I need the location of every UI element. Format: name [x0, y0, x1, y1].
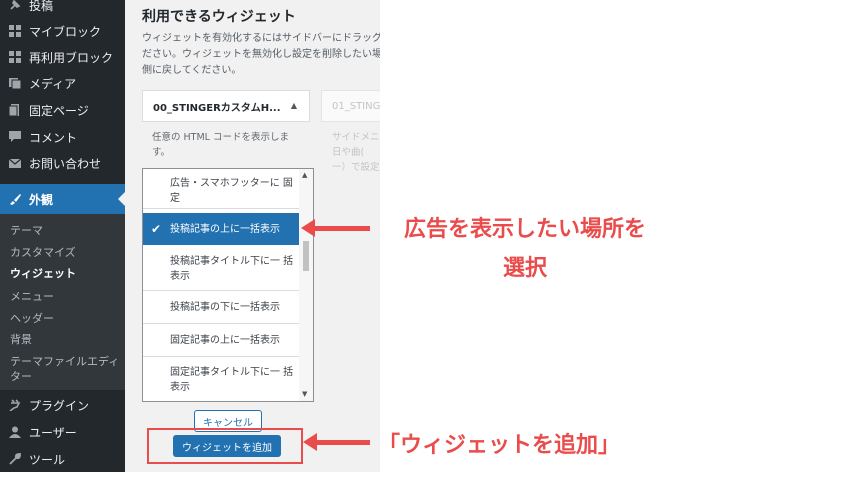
add-note: 「ウィジェットを追加」 — [378, 433, 621, 458]
menu-my-blocks[interactable]: マイブロック — [0, 18, 125, 44]
menu-label: ツール — [29, 452, 66, 467]
list-item[interactable]: 投稿記事タイトル下に一 括表示 — [143, 247, 299, 291]
blocks-icon — [8, 50, 22, 64]
panel-title: 利用できるウィジェット — [142, 9, 296, 25]
submenu-widgets[interactable]: ウィジェット — [10, 265, 76, 281]
menu-label: 投稿 — [29, 0, 54, 13]
arrow-line — [313, 226, 370, 231]
scroll-thumb[interactable] — [303, 241, 309, 271]
mail-icon — [8, 156, 22, 170]
list-scrollbar[interactable]: ▲ ▼ — [299, 169, 313, 401]
add-widget-button[interactable]: ウィジェットを追加 — [173, 435, 281, 457]
submenu-background[interactable]: 背景 — [10, 331, 32, 347]
available-widgets-panel: 利用できるウィジェット ウィジェットを有効化するにはサイドバーにドラッグ ださい… — [125, 0, 380, 472]
menu-label[interactable]: プラグイン — [29, 397, 89, 414]
select-note-line2: 選択 — [502, 256, 547, 281]
menu-pages[interactable]: 固定ページ — [0, 97, 125, 123]
plugin-icon — [8, 398, 22, 412]
list-item[interactable]: 固定記事の上に一括表示 — [143, 325, 299, 357]
menu-label: お問い合わせ — [29, 156, 102, 171]
menu-appearance[interactable]: 外観 — [0, 184, 125, 214]
brush-icon — [8, 192, 22, 206]
sidebar-choice-list[interactable]: 広告・スマホフッターに 固定 ✔ 投稿記事の上に一括表示 投稿記事タイトル下に一… — [142, 168, 314, 402]
arrow-line — [315, 440, 370, 445]
widget-title-bar[interactable]: 00_STINGERカスタムH... ▲ — [142, 90, 310, 122]
screenshot: 投稿 マイブロック 再利用ブロック メディア 固定ページ コメント お問い合わせ… — [0, 0, 860, 484]
submenu-customize[interactable]: カスタマイズ — [10, 244, 76, 260]
blocks-icon — [8, 24, 22, 38]
user-icon — [8, 425, 22, 439]
menu-users[interactable]: ユーザー — [0, 419, 125, 445]
scroll-down-icon[interactable]: ▼ — [302, 390, 307, 398]
submenu-menus[interactable]: メニュー — [10, 288, 54, 304]
menu-contact[interactable]: お問い合わせ — [0, 150, 125, 176]
list-item[interactable]: 広告・スマホフッターに 固定 — [143, 169, 299, 209]
appearance-submenu: テーマ カスタマイズ ウィジェット メニュー ヘッダー 背景 テーマファイルエデ… — [0, 214, 125, 390]
list-item[interactable]: 投稿記事の下に一括表示 — [143, 292, 299, 324]
list-item-label: 投稿記事の上に一括表示 — [170, 223, 280, 235]
widget-description-2: サイドメニ 日や曲( 一）で設定 — [332, 132, 380, 173]
menu-label: コメント — [29, 130, 78, 145]
widget-description: 任意の HTML コードを表示しま す。 — [152, 132, 289, 158]
scroll-up-icon[interactable]: ▲ — [302, 171, 307, 179]
widget-name-2: 01_STINGE — [332, 100, 380, 112]
widget-title-bar-2[interactable]: 01_STINGE — [321, 90, 380, 122]
menu-label: マイブロック — [29, 24, 102, 39]
list-item[interactable]: 固定記事タイトル下に一 括表示 — [143, 358, 299, 401]
pin-icon — [8, 0, 22, 12]
menu-media[interactable]: メディア — [0, 70, 125, 96]
admin-sidebar: 投稿 マイブロック 再利用ブロック メディア 固定ページ コメント お問い合わせ… — [0, 0, 125, 472]
menu-tools[interactable]: ツール — [0, 446, 125, 472]
page-icon — [8, 103, 22, 117]
panel-description: ウィジェットを有効化するにはサイドバーにドラッグ ださい。ウィジェットを無効化し… — [142, 33, 380, 76]
menu-label: 再利用ブロック — [29, 50, 114, 65]
current-menu-arrow — [118, 192, 125, 206]
select-note-line1: 広告を表示したい場所を — [403, 217, 646, 242]
check-icon: ✔ — [151, 221, 162, 236]
menu-comments[interactable]: コメント — [0, 124, 125, 150]
menu-posts[interactable]: 投稿 — [0, 0, 125, 18]
list-item-selected[interactable]: ✔ 投稿記事の上に一括表示 — [143, 213, 299, 245]
menu-label: 外観 — [29, 192, 54, 207]
submenu-themes[interactable]: テーマ — [10, 222, 43, 238]
collapse-arrow-icon[interactable]: ▲ — [291, 101, 297, 110]
menu-label: メディア — [29, 76, 77, 91]
submenu-theme-editor[interactable]: テーマファイルエディ — [10, 353, 119, 369]
widget-name: 00_STINGERカスタムH... — [153, 102, 281, 114]
wrench-icon — [8, 452, 22, 466]
menu-label: 固定ページ — [29, 103, 89, 118]
submenu-header[interactable]: ヘッダー — [10, 310, 54, 326]
media-icon — [8, 76, 22, 90]
submenu-theme-editor-cont[interactable]: ター — [10, 368, 32, 384]
menu-plugins[interactable]: プラグイン — [0, 392, 125, 418]
menu-label: ユーザー — [29, 425, 77, 440]
comment-icon — [8, 130, 22, 144]
menu-reusable-blocks[interactable]: 再利用ブロック — [0, 44, 125, 70]
